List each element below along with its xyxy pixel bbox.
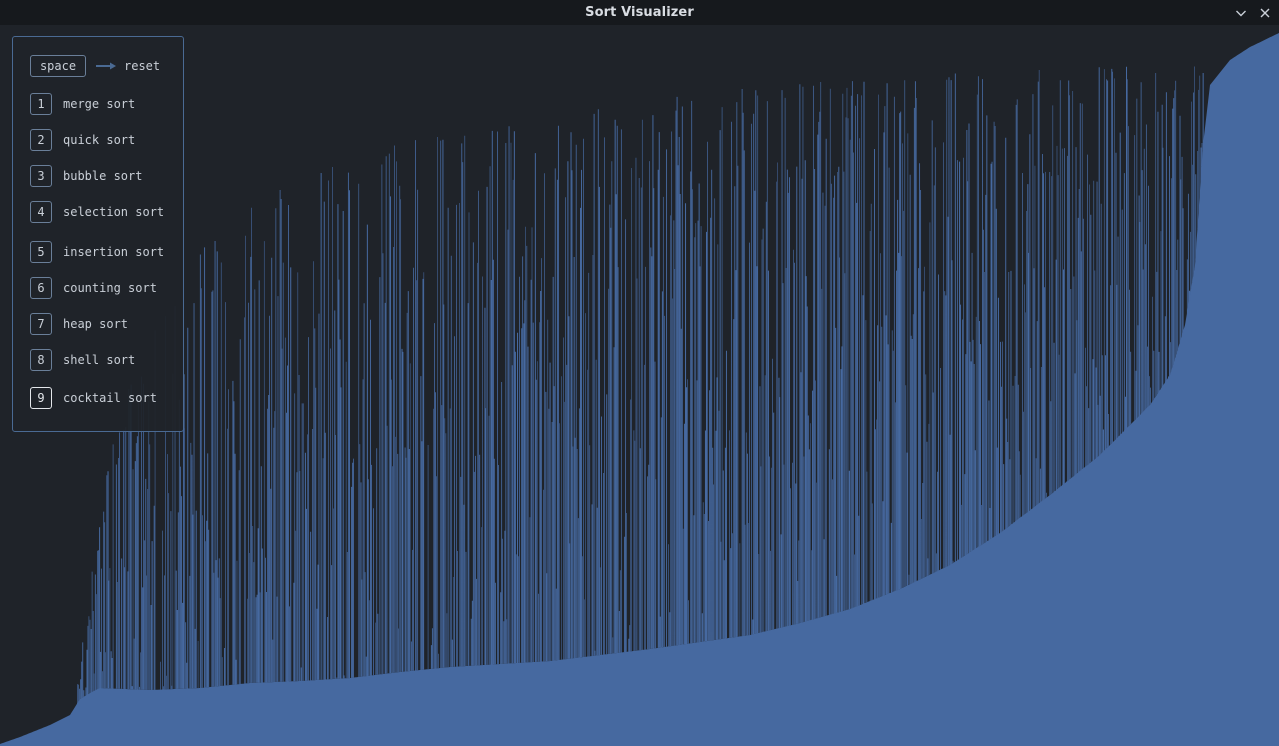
minimize-button[interactable]: [1231, 3, 1251, 23]
close-icon: [1260, 8, 1270, 17]
chevron-down-icon: [1236, 10, 1246, 16]
space-key-button[interactable]: space: [30, 55, 86, 77]
window-title: Sort Visualizer: [585, 5, 694, 20]
algorithm-label: bubble sort: [63, 169, 143, 183]
key-6-button[interactable]: 6: [30, 277, 52, 299]
algorithm-label: counting sort: [63, 281, 157, 295]
arrow-right-icon: [96, 62, 116, 70]
key-4-button[interactable]: 4: [30, 201, 52, 223]
algorithm-row-cocktail[interactable]: 9 cocktail sort: [30, 386, 157, 410]
key-8-button[interactable]: 8: [30, 349, 52, 371]
algorithm-row-shell[interactable]: 8 shell sort: [30, 348, 135, 372]
window-controls: [1231, 0, 1275, 25]
algorithm-label: shell sort: [63, 353, 136, 367]
algorithm-label: cocktail sort: [63, 391, 157, 405]
key-2-button[interactable]: 2: [30, 129, 52, 151]
algorithm-label: insertion sort: [63, 245, 165, 259]
algorithm-row-heap[interactable]: 7 heap sort: [30, 312, 128, 336]
key-1-button[interactable]: 1: [30, 93, 52, 115]
title-bar: Sort Visualizer: [0, 0, 1279, 25]
algorithm-label: quick sort: [63, 133, 136, 147]
controls-panel: space reset 1 merge sort 2 quick sort 3 …: [12, 36, 184, 432]
algorithm-label: merge sort: [63, 97, 136, 111]
key-5-button[interactable]: 5: [30, 241, 52, 263]
algorithm-row-bubble[interactable]: 3 bubble sort: [30, 164, 142, 188]
algorithm-label: heap sort: [63, 317, 129, 331]
algorithm-row-selection[interactable]: 4 selection sort: [30, 200, 164, 224]
reset-row: space reset: [30, 54, 160, 78]
sort-canvas: [0, 25, 1279, 746]
algorithm-row-insertion[interactable]: 5 insertion sort: [30, 240, 164, 264]
key-7-button[interactable]: 7: [30, 313, 52, 335]
app-window: Sort Visualizer space reset 1 merge sort…: [0, 0, 1279, 746]
algorithm-row-quick[interactable]: 2 quick sort: [30, 128, 135, 152]
algorithm-label: selection sort: [63, 205, 165, 219]
algorithm-row-counting[interactable]: 6 counting sort: [30, 276, 157, 300]
close-button[interactable]: [1255, 3, 1275, 23]
key-9-button[interactable]: 9: [30, 387, 52, 409]
bars-visualization: [0, 33, 1279, 746]
algorithm-row-merge[interactable]: 1 merge sort: [30, 92, 135, 116]
reset-label: reset: [124, 59, 161, 73]
key-3-button[interactable]: 3: [30, 165, 52, 187]
